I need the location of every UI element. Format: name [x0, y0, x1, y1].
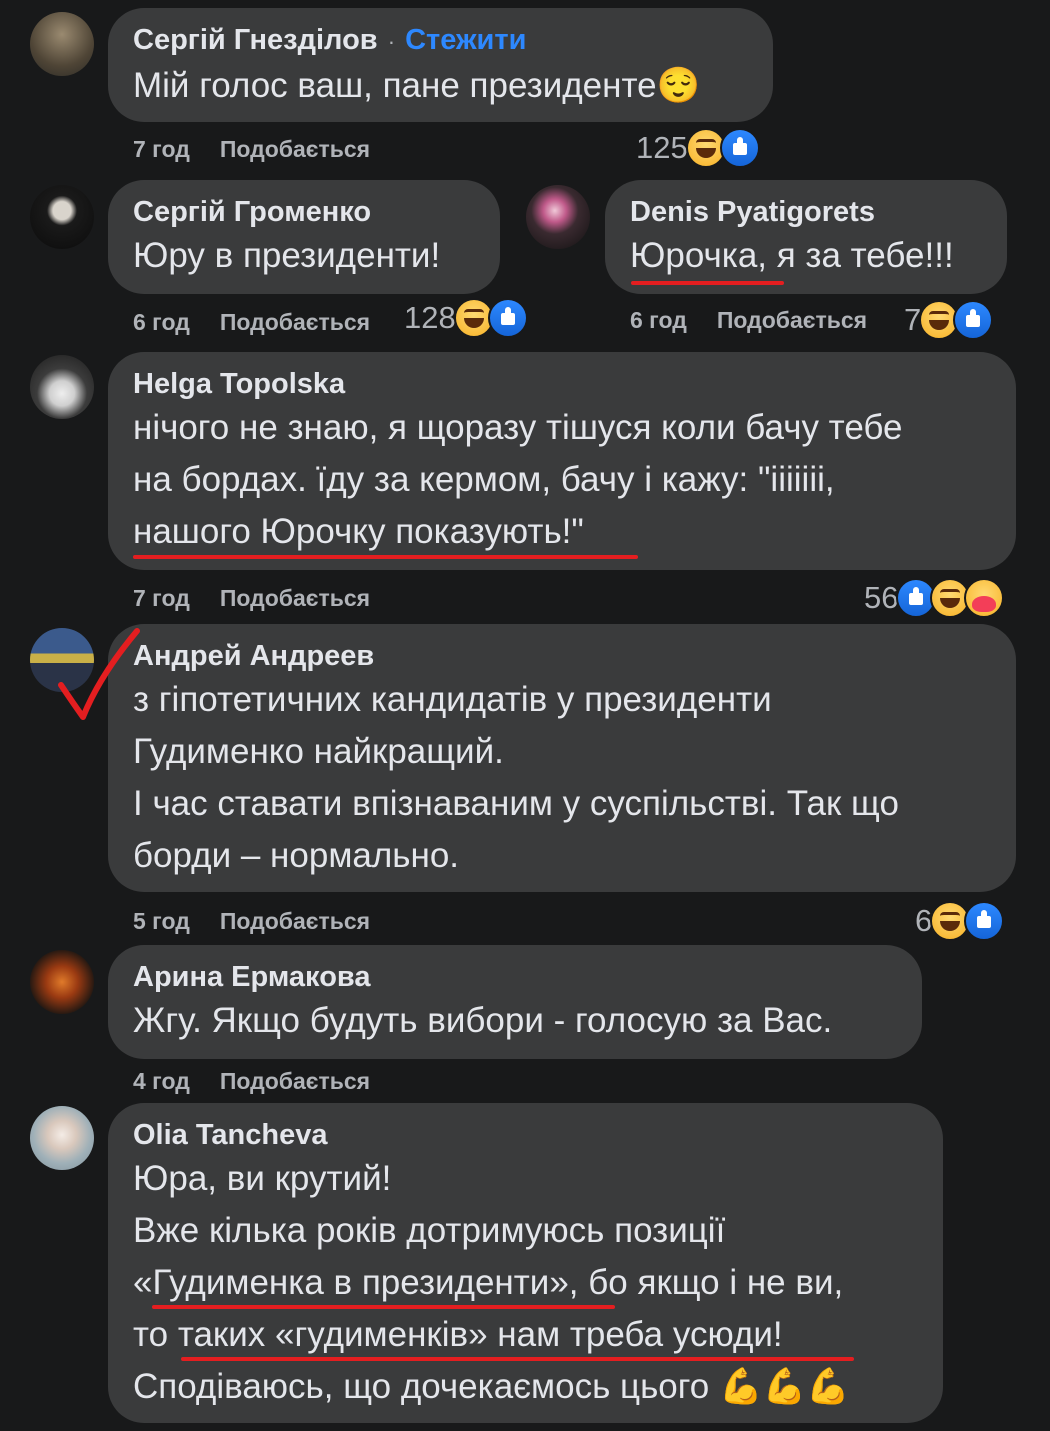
like-button[interactable]: Подобається	[220, 1068, 370, 1094]
comment-text-line: І час ставати впізнаваним у суспільстві.…	[133, 784, 899, 823]
comment-text-line: Юра, ви крутий!	[133, 1159, 392, 1198]
like-button[interactable]: Подобається	[220, 136, 370, 162]
reaction-summary[interactable]: 128	[404, 298, 528, 338]
comment-bubble: Сергій Гнезділов · Стежити Мій голос ваш…	[108, 8, 773, 122]
comment-meta: 6 год Подобається	[630, 305, 867, 335]
like-icon	[964, 901, 1005, 941]
comment-text-line: Сподіваюсь, що дочекаємось цього 💪💪💪	[133, 1367, 850, 1406]
comment-text-line: «Гудименка в президенти», бо якщо і не в…	[133, 1263, 844, 1302]
like-button[interactable]: Подобається	[220, 309, 370, 335]
comment-bubble: Helga Topolska нічого не знаю, я щоразу …	[108, 352, 1016, 570]
comment-author[interactable]: Андрей Андреев	[133, 638, 991, 674]
comment-author[interactable]: Сергій Громенко	[133, 194, 475, 230]
avatar[interactable]	[30, 355, 94, 419]
annotation-underline	[631, 281, 784, 285]
comment-meta: 7 год Подобається	[133, 583, 370, 613]
like-icon	[953, 300, 994, 340]
comment-text-line: то таких «гудименків» нам треба усюди!	[133, 1315, 783, 1354]
avatar[interactable]	[30, 950, 94, 1014]
comment-meta: 4 год Подобається	[133, 1066, 370, 1096]
avatar[interactable]	[526, 185, 590, 249]
care-icon	[964, 578, 1005, 618]
comment-time[interactable]: 6 год	[630, 307, 687, 333]
reaction-count: 56	[864, 580, 899, 615]
comment-text-line: нашого Юрочку показують!"	[133, 512, 584, 551]
comment-bubble: Андрей Андреев з гіпотетичних кандидатів…	[108, 624, 1016, 892]
like-button[interactable]: Подобається	[717, 307, 867, 333]
avatar[interactable]	[30, 185, 94, 249]
like-button[interactable]: Подобається	[220, 585, 370, 611]
avatar[interactable]	[30, 1106, 94, 1170]
comment-text: Мій голос ваш, пане президенте😌	[133, 66, 701, 105]
comment-author[interactable]: Olia Tancheva	[133, 1117, 918, 1153]
comment-text: Жгу. Якщо будуть вибори - голосую за Вас…	[133, 1001, 833, 1040]
comment-bubble: Арина Ермакова Жгу. Якщо будуть вибори -…	[108, 945, 922, 1059]
reaction-summary[interactable]: 56	[864, 578, 1005, 618]
comment-text-line: Вже кілька років дотримуюсь позиції	[133, 1211, 726, 1250]
comment-text: Юру в президенти!	[133, 236, 441, 275]
comment-author[interactable]: Арина Ермакова	[133, 959, 897, 995]
reaction-count: 125	[636, 130, 688, 165]
comment-time[interactable]: 7 год	[133, 585, 190, 611]
comment-text: Юрочка, я за тебе!!!	[630, 236, 954, 275]
comment-bubble: Сергій Громенко Юру в президенти!	[108, 180, 500, 294]
annotation-underline	[133, 555, 638, 559]
comment-time[interactable]: 5 год	[133, 908, 190, 934]
comment-bubble: Denis Pyatigorets Юрочка, я за тебе!!!	[605, 180, 1007, 294]
comment-text-line: на бордах. їду за кермом, бачу і кажу: "…	[133, 460, 835, 499]
comment-bubble: Olia Tancheva Юра, ви крутий! Вже кілька…	[108, 1103, 943, 1423]
like-button[interactable]: Подобається	[220, 908, 370, 934]
reaction-summary[interactable]: 125	[636, 128, 760, 168]
annotation-underline	[152, 1305, 615, 1309]
comment-text-line: борди – нормально.	[133, 836, 460, 875]
comment-time[interactable]: 7 год	[133, 136, 190, 162]
reaction-count: 128	[404, 300, 456, 335]
comment-meta: 6 год Подобається	[133, 307, 370, 337]
like-icon	[719, 128, 760, 168]
comment-text-line: Гудименко найкращий.	[133, 732, 504, 771]
follow-button[interactable]: Стежити	[405, 24, 526, 56]
separator-dot: ·	[387, 29, 396, 54]
checkmark-annotation-icon	[58, 628, 140, 720]
comment-author[interactable]: Denis Pyatigorets	[630, 194, 982, 230]
like-icon	[487, 298, 528, 338]
avatar[interactable]	[30, 12, 94, 76]
comment-author[interactable]: Helga Topolska	[133, 366, 991, 402]
comment-text-line: нічого не знаю, я щоразу тішуся коли бач…	[133, 408, 903, 447]
reaction-summary[interactable]: 7	[904, 300, 994, 340]
comment-text-line: з гіпотетичних кандидатів у президенти	[133, 680, 772, 719]
comment-time[interactable]: 6 год	[133, 309, 190, 335]
annotation-underline	[181, 1357, 854, 1361]
comment-time[interactable]: 4 год	[133, 1068, 190, 1094]
comment-meta: 5 год Подобається	[133, 906, 370, 936]
comment-meta: 7 год Подобається	[133, 134, 370, 164]
reaction-summary[interactable]: 6	[915, 901, 1005, 941]
comment-author[interactable]: Сергій Гнезділов · Стежити	[133, 22, 748, 60]
